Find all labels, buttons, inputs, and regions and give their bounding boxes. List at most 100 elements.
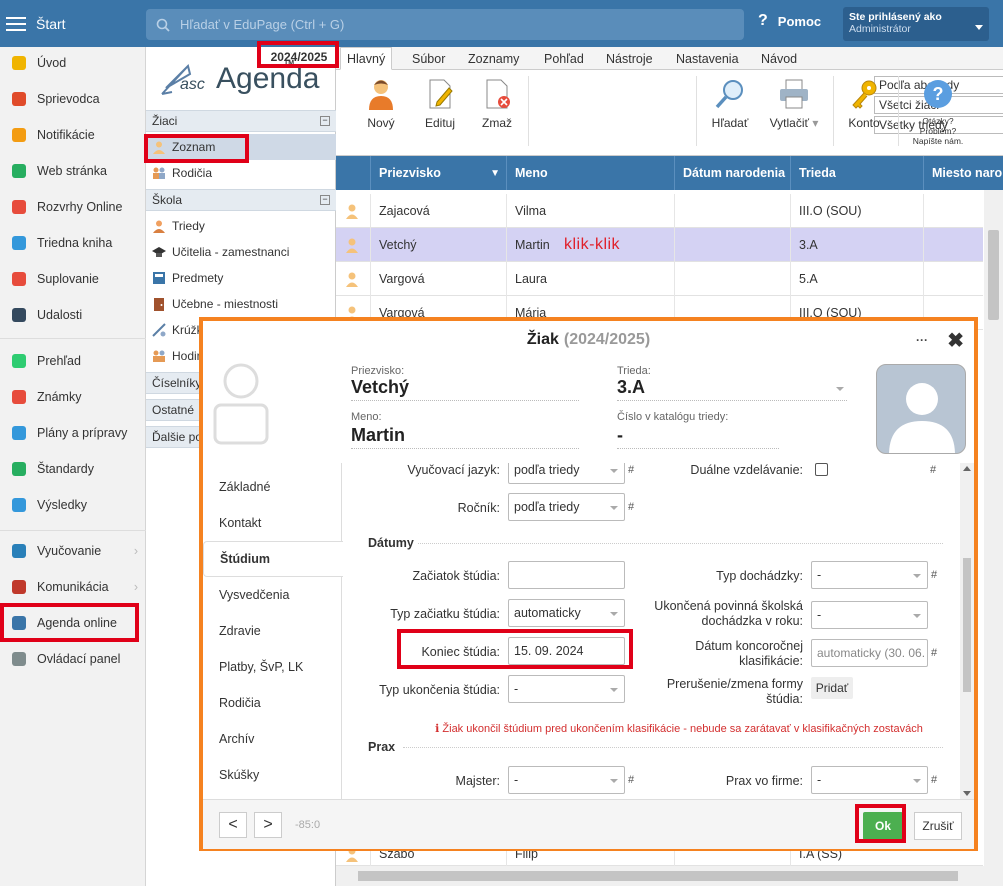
print-button[interactable]: Vytlačiť ▾ xyxy=(764,78,824,130)
sidebar-item-1[interactable]: Úvod xyxy=(0,45,146,81)
grade-select[interactable]: podľa triedy xyxy=(508,493,625,521)
sidebar-item-16[interactable]: Agenda online xyxy=(0,605,146,641)
sidebar-item-15[interactable]: Komunikácia › xyxy=(0,569,146,605)
dialog-tab-5[interactable]: Zdravie xyxy=(203,613,342,649)
tab-3[interactable]: Zoznamy xyxy=(468,47,519,70)
account-button[interactable]: Konto xyxy=(841,78,887,130)
dialog-tab-6[interactable]: Platby, ŠvP, LK xyxy=(203,649,342,685)
dual-checkbox[interactable] xyxy=(815,463,828,476)
sidebar-item-10[interactable]: Známky xyxy=(0,379,146,415)
tab-1[interactable]: Hlavný xyxy=(340,47,393,70)
help-contact-button[interactable]: ? Otázky? Problém? Napíšte nám. xyxy=(906,78,970,146)
grid-vertical-scrollbar[interactable] xyxy=(984,190,1003,886)
sidebar-item-14[interactable]: Vyučovanie › xyxy=(0,533,146,569)
scroll-down-icon[interactable] xyxy=(963,791,971,796)
nav-subjects[interactable]: Predmety xyxy=(146,265,336,291)
firm-select[interactable]: - xyxy=(811,766,928,794)
delete-button[interactable]: Zmaž xyxy=(476,78,518,130)
tab-5[interactable]: Nástroje xyxy=(606,47,653,70)
start-date-input[interactable] xyxy=(508,561,625,589)
prev-button[interactable]: < xyxy=(219,812,247,838)
section-school[interactable]: Škola − xyxy=(146,189,336,211)
master-select[interactable]: - xyxy=(508,766,625,794)
section-students[interactable]: Žiaci − xyxy=(146,110,336,132)
table-row[interactable]: Vargová Laura 5.A xyxy=(336,262,983,296)
col-class[interactable]: Trieda xyxy=(790,156,923,190)
dialog-tab-2[interactable]: Kontakt xyxy=(203,505,342,541)
sidebar-item-4[interactable]: Web stránka xyxy=(0,153,146,189)
sidebar-item-13[interactable]: Výsledky xyxy=(0,487,146,523)
class-select[interactable]: 3.A xyxy=(617,377,847,401)
dialog-tab-4[interactable]: Vysvedčenia xyxy=(203,577,342,613)
cancel-button[interactable]: Zrušiť xyxy=(914,812,962,840)
edit-button[interactable]: Edituj xyxy=(418,78,462,130)
new-button[interactable]: Nový xyxy=(358,78,404,130)
hash-icon[interactable]: # xyxy=(931,774,937,786)
hash-icon[interactable]: # xyxy=(931,569,937,581)
scroll-up-icon[interactable] xyxy=(963,466,971,471)
table-row[interactable]: Zajacová Vilma III.O (SOU) xyxy=(336,194,983,228)
search-input[interactable]: Hľadať v EduPage (Ctrl + G) xyxy=(146,9,744,40)
compulsory-select[interactable]: - xyxy=(811,601,928,629)
hash-icon[interactable]: # xyxy=(628,774,634,786)
sidebar-item-17[interactable]: Ovládací panel xyxy=(0,641,146,677)
user-menu[interactable]: Ste prihlásený ako Administrátor xyxy=(843,7,989,41)
scroll-thumb[interactable] xyxy=(963,558,971,692)
grid-horizontal-scrollbar[interactable] xyxy=(336,866,984,886)
start-type-select[interactable]: automaticky xyxy=(508,599,625,627)
nav-parents[interactable]: Rodičia xyxy=(146,160,336,186)
scroll-thumb[interactable] xyxy=(358,871,958,881)
hash-icon[interactable]: # xyxy=(628,501,634,513)
sidebar-item-8[interactable]: Udalosti xyxy=(0,297,146,333)
scroll-thumb[interactable] xyxy=(988,230,999,320)
dialog-scrollbar[interactable] xyxy=(960,463,974,799)
tab-2[interactable]: Súbor xyxy=(412,47,445,70)
col-surname[interactable]: Priezvisko ▼ xyxy=(370,156,506,190)
attendance-select[interactable]: - xyxy=(811,561,928,589)
tab-7[interactable]: Návod xyxy=(761,47,797,70)
dialog-tab-7[interactable]: Rodičia xyxy=(203,685,342,721)
hash-icon[interactable]: # xyxy=(930,464,936,476)
sidebar-item-12[interactable]: Štandardy xyxy=(0,451,146,487)
sidebar-item-6[interactable]: Triedna kniha xyxy=(0,225,146,261)
help-button[interactable]: ? Pomoc xyxy=(758,12,821,30)
end-type-select[interactable]: - xyxy=(508,675,625,703)
collapse-icon[interactable]: − xyxy=(320,195,330,205)
end-date-input[interactable]: 15. 09. 2024 xyxy=(508,637,625,665)
next-button[interactable]: > xyxy=(254,812,282,838)
more-options-icon[interactable]: ··· xyxy=(916,333,928,347)
sidebar-item-3[interactable]: Notifikácie xyxy=(0,117,146,153)
sidebar-item-9[interactable]: Prehľad xyxy=(0,343,146,379)
nav-teachers[interactable]: Učitelia - zamestnanci xyxy=(146,239,336,265)
tab-6[interactable]: Nastavenia xyxy=(676,47,739,70)
sidebar-item-11[interactable]: Plány a prípravy xyxy=(0,415,146,451)
dialog-tab-1[interactable]: Základné xyxy=(203,469,342,505)
dialog-tab-3[interactable]: Štúdium xyxy=(203,541,343,577)
student-photo[interactable] xyxy=(876,364,966,454)
add-interrupt-button[interactable]: Pridať xyxy=(811,677,853,699)
lang-select[interactable]: podľa triedy xyxy=(508,463,625,484)
catalog-value[interactable]: - xyxy=(617,425,779,449)
final-date-input[interactable]: automaticky (30. 06. xyxy=(811,639,928,667)
collapse-icon[interactable]: − xyxy=(320,116,330,126)
nav-students-list[interactable]: Zoznam xyxy=(146,134,336,160)
search-button[interactable]: Hľadať xyxy=(708,78,752,130)
start-menu-button[interactable]: Štart xyxy=(6,10,66,38)
sidebar-item-5[interactable]: Rozvrhy Online xyxy=(0,189,146,225)
col-birthplace[interactable]: Miesto naro xyxy=(923,156,1003,190)
sidebar-item-7[interactable]: Suplovanie xyxy=(0,261,146,297)
col-name[interactable]: Meno xyxy=(506,156,674,190)
dialog-tab-8[interactable]: Archív xyxy=(203,721,342,757)
close-icon[interactable]: ✖ xyxy=(947,328,964,353)
ok-button[interactable]: Ok xyxy=(863,812,903,840)
tab-4[interactable]: Pohľad xyxy=(544,47,584,70)
nav-classes[interactable]: Triedy xyxy=(146,213,336,239)
name-value[interactable]: Martin xyxy=(351,425,579,449)
sidebar-item-2[interactable]: Sprievodca xyxy=(0,81,146,117)
col-birthdate[interactable]: Dátum narodenia xyxy=(674,156,790,190)
hash-icon[interactable]: # xyxy=(931,647,937,659)
surname-value[interactable]: Vetchý xyxy=(351,377,579,401)
nav-rooms[interactable]: Učebne - miestnosti xyxy=(146,291,336,317)
hash-icon[interactable]: # xyxy=(628,464,634,476)
dialog-tab-9[interactable]: Skúšky xyxy=(203,757,342,793)
